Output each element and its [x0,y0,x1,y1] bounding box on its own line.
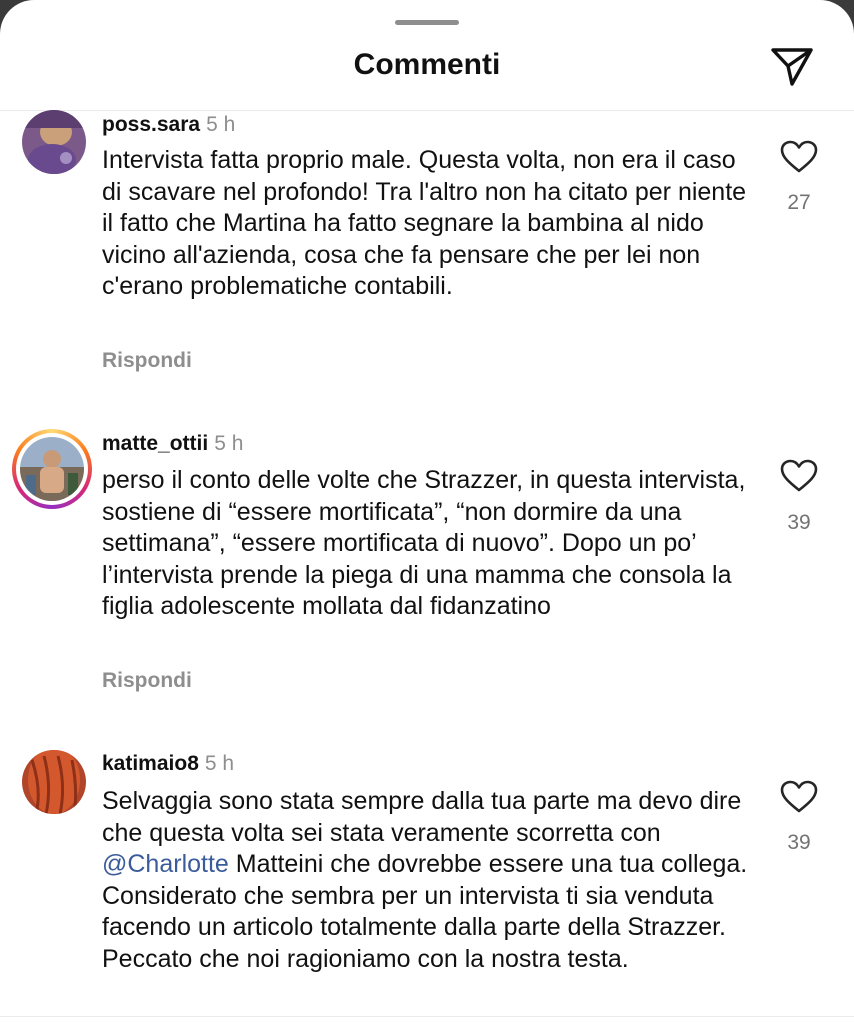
username[interactable]: matte_ottii [102,432,208,455]
reply-button[interactable]: Rispondi [102,349,192,373]
comments-header: Commenti [0,0,854,111]
divider [0,1016,854,1017]
like-count[interactable]: 39 [760,511,838,535]
username[interactable]: katimaio8 [102,752,199,775]
timestamp: 5 h [214,432,244,455]
avatar-image [22,750,86,814]
username[interactable]: poss.sara [102,113,200,136]
heart-outline-icon [780,459,818,492]
paper-plane-icon [771,48,813,86]
avatar-image [20,437,84,501]
like-button[interactable] [780,780,818,814]
heart-outline-icon [780,140,818,173]
avatar[interactable] [12,429,92,509]
avatar-image [22,110,86,174]
timestamp: 5 h [204,752,235,775]
like-count[interactable]: 39 [760,831,838,855]
comment-text-part: Selvaggia sono stata sempre dalla tua pa… [102,787,742,847]
reply-button[interactable]: Rispondi [102,669,192,693]
comment-text: Intervista fatta proprio male. Questa vo… [102,146,747,300]
heart-outline-icon [780,780,818,813]
like-button[interactable] [780,459,818,493]
comment-meta: matte_ottii 5 h [102,431,243,457]
like-button[interactable] [780,140,818,174]
avatar[interactable] [22,110,86,174]
comments-sheet: Commenti poss.sara 5 h Intervista fatta p… [0,0,854,1024]
share-button[interactable] [768,44,816,90]
user-mention-link[interactable]: @Charlotte [102,850,229,878]
drag-handle[interactable] [395,20,459,25]
comment-text: perso il conto delle volte che Strazzer,… [102,466,746,620]
comment-meta: katimaio8 5 h [102,751,234,777]
like-count[interactable]: 27 [760,191,838,215]
comment-text: Selvaggia sono stata sempre dalla tua pa… [102,786,752,975]
comment-meta: poss.sara 5 h [102,112,235,138]
avatar[interactable] [22,750,86,814]
page-title: Commenti [353,48,501,81]
timestamp: 5 h [206,113,236,136]
